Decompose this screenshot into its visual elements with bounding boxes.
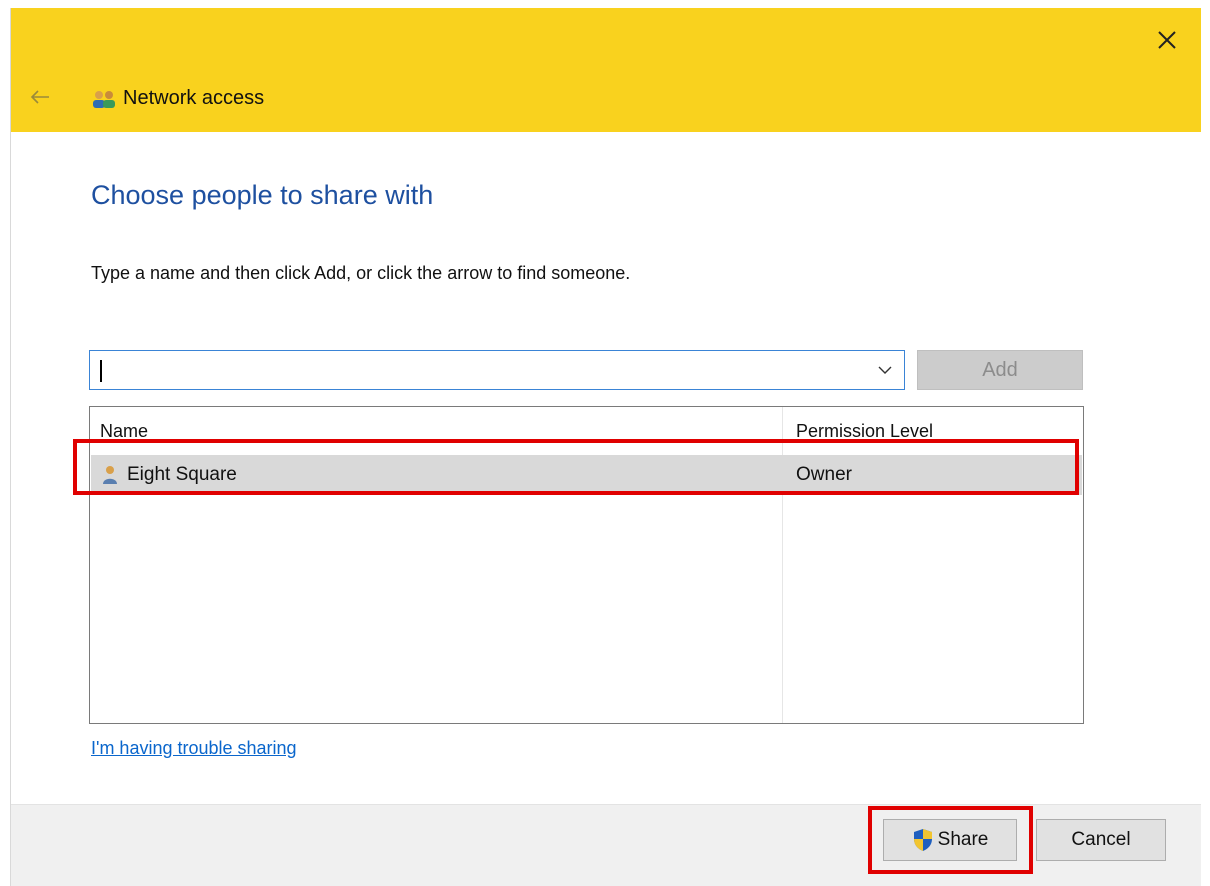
close-icon	[1158, 31, 1176, 49]
cancel-button[interactable]: Cancel	[1036, 819, 1166, 861]
list-header: Name Permission Level	[90, 407, 1083, 451]
trouble-sharing-link[interactable]: I'm having trouble sharing	[91, 738, 297, 759]
permission-cell[interactable]: Owner	[796, 455, 852, 495]
nav-title: Network access	[91, 84, 264, 112]
dropdown-button[interactable]	[870, 355, 900, 385]
page-title: Choose people to share with	[91, 180, 434, 210]
instruction-text: Type a name and then click Add, or click…	[91, 263, 631, 283]
close-button[interactable]	[1149, 22, 1185, 58]
back-button[interactable]	[27, 84, 53, 110]
user-name: Eight Square	[127, 464, 237, 485]
column-header-permission[interactable]: Permission Level	[796, 421, 933, 442]
column-header-name[interactable]: Name	[100, 421, 148, 442]
share-button-label: Share	[937, 829, 989, 850]
footer-bar	[11, 804, 1201, 886]
add-button[interactable]: Add	[917, 350, 1083, 390]
share-button[interactable]: Share	[883, 819, 1017, 861]
people-list[interactable]: Name Permission Level Eight Square Owner	[89, 406, 1084, 724]
chevron-down-icon	[878, 366, 892, 374]
user-icon	[103, 466, 117, 484]
network-users-icon	[93, 91, 115, 108]
nav-title-text: Network access	[123, 86, 265, 109]
text-caret	[100, 360, 102, 382]
title-bar: Network access	[11, 8, 1201, 132]
back-arrow-icon	[30, 90, 49, 104]
sharing-dialog-window: Network access Choose people to share wi…	[10, 8, 1210, 886]
name-input[interactable]	[90, 351, 860, 389]
people-combobox[interactable]	[89, 350, 905, 390]
table-row[interactable]: Eight Square Owner	[91, 455, 1082, 495]
uac-shield-icon	[913, 829, 932, 851]
name-cell: Eight Square	[101, 455, 237, 495]
